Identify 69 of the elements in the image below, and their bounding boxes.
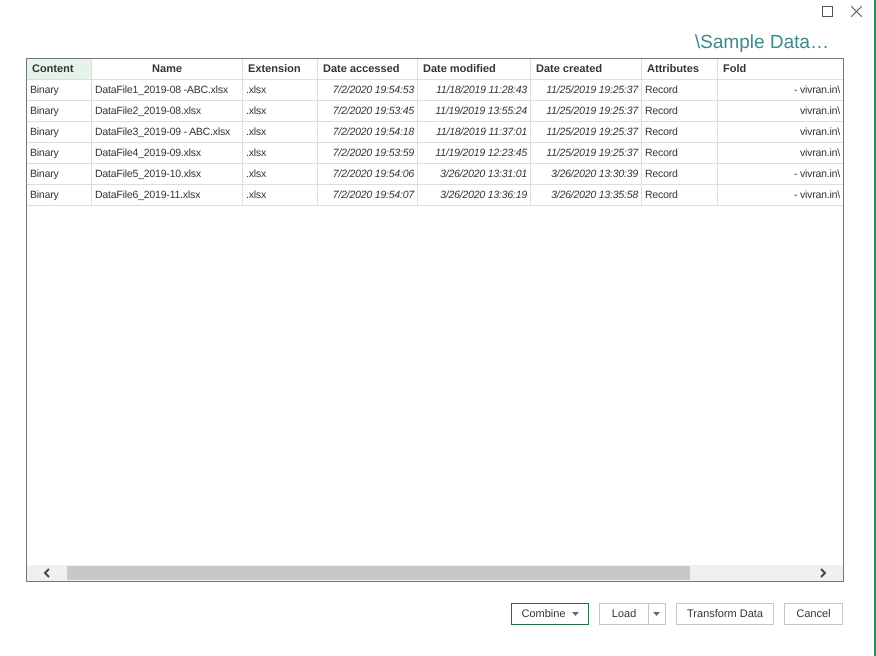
table-cell: 11/19/2019 12:23:45 bbox=[418, 143, 531, 164]
table-cell: Binary bbox=[27, 101, 92, 122]
window-title: \Sample Data… bbox=[694, 32, 829, 54]
table-cell: DataFile6_2019-11.xlsx bbox=[92, 185, 243, 206]
table-cell: DataFile4_2019-09.xlsx bbox=[92, 143, 243, 164]
table-cell: vivran.in\ bbox=[718, 143, 843, 164]
table-cell: Binary bbox=[27, 80, 92, 101]
table-cell: .xlsx bbox=[243, 101, 318, 122]
column-header[interactable]: Extension bbox=[243, 59, 318, 80]
table-cell: 11/25/2019 19:25:37 bbox=[531, 101, 642, 122]
horizontal-scrollbar[interactable] bbox=[27, 565, 843, 581]
table-cell: Binary bbox=[27, 185, 92, 206]
table-cell: - vivran.in\ bbox=[718, 164, 843, 185]
table-cell: 7/2/2020 19:53:59 bbox=[318, 143, 418, 164]
table-cell: 11/25/2019 19:25:37 bbox=[531, 143, 642, 164]
table-cell: Record bbox=[642, 101, 718, 122]
table-cell: 7/2/2020 19:54:18 bbox=[318, 122, 418, 143]
caret-icon bbox=[653, 612, 660, 616]
table-cell: - vivran.in\ bbox=[718, 80, 843, 101]
table-cell: 11/19/2019 13:55:24 bbox=[418, 101, 531, 122]
scroll-thumb[interactable] bbox=[67, 566, 690, 580]
table-cell: DataFile1_2019-08 -ABC.xlsx bbox=[92, 80, 243, 101]
table-cell: Binary bbox=[27, 122, 92, 143]
table-cell: 3/26/2020 13:31:01 bbox=[418, 164, 531, 185]
column-header[interactable]: Date modified bbox=[418, 59, 531, 80]
caret-icon bbox=[572, 612, 578, 616]
column-header[interactable]: Attributes bbox=[642, 59, 718, 80]
action-button[interactable]: Cancel bbox=[784, 603, 843, 625]
column-header[interactable]: Name bbox=[92, 59, 243, 80]
column-header[interactable]: Date accessed bbox=[318, 59, 418, 80]
table-cell: 11/25/2019 19:25:37 bbox=[531, 80, 642, 101]
action-button[interactable]: Transform Data bbox=[676, 603, 774, 625]
table-cell: .xlsx bbox=[243, 164, 318, 185]
table-cell: .xlsx bbox=[243, 185, 318, 206]
table-cell: vivran.in\ bbox=[718, 101, 843, 122]
table-cell: Record bbox=[642, 164, 718, 185]
table-cell: Record bbox=[642, 122, 718, 143]
table-cell: 11/25/2019 19:25:37 bbox=[531, 122, 642, 143]
table-cell: Binary bbox=[27, 143, 92, 164]
table-cell: 7/2/2020 19:54:06 bbox=[318, 164, 418, 185]
table-cell: 7/2/2020 19:54:53 bbox=[318, 80, 418, 101]
table-cell: Record bbox=[642, 185, 718, 206]
scroll-right-icon[interactable] bbox=[819, 568, 827, 578]
table-cell: 3/26/2020 13:36:19 bbox=[418, 185, 531, 206]
maximize-icon[interactable] bbox=[822, 6, 833, 17]
table-cell: 3/26/2020 13:35:58 bbox=[531, 185, 642, 206]
table-cell: 3/26/2020 13:30:39 bbox=[531, 164, 642, 185]
table-cell: Record bbox=[642, 80, 718, 101]
table-cell: DataFile2_2019-08.xlsx bbox=[92, 101, 243, 122]
table-cell: 7/2/2020 19:54:07 bbox=[318, 185, 418, 206]
table-cell: .xlsx bbox=[243, 80, 318, 101]
dropdown-button[interactable] bbox=[648, 603, 666, 625]
action-button[interactable]: Combine bbox=[510, 603, 589, 625]
table-cell: .xlsx bbox=[243, 122, 318, 143]
table-cell: 11/18/2019 11:28:43 bbox=[418, 80, 531, 101]
close-icon[interactable] bbox=[851, 6, 862, 17]
column-header[interactable]: Date created bbox=[531, 59, 642, 80]
action-button[interactable]: Load bbox=[598, 603, 649, 625]
table-cell: vivran.in\ bbox=[718, 122, 843, 143]
table-cell: - vivran.in\ bbox=[718, 185, 843, 206]
table-cell: Record bbox=[642, 143, 718, 164]
scroll-left-icon[interactable] bbox=[43, 568, 51, 578]
table-cell: 7/2/2020 19:53:45 bbox=[318, 101, 418, 122]
table-cell: DataFile3_2019-09 - ABC.xlsx bbox=[92, 122, 243, 143]
column-header[interactable]: Content bbox=[27, 59, 92, 80]
table-cell: 11/18/2019 11:37:01 bbox=[418, 122, 531, 143]
table-cell: DataFile5_2019-10.xlsx bbox=[92, 164, 243, 185]
table-cell: .xlsx bbox=[243, 143, 318, 164]
table-cell: Binary bbox=[27, 164, 92, 185]
